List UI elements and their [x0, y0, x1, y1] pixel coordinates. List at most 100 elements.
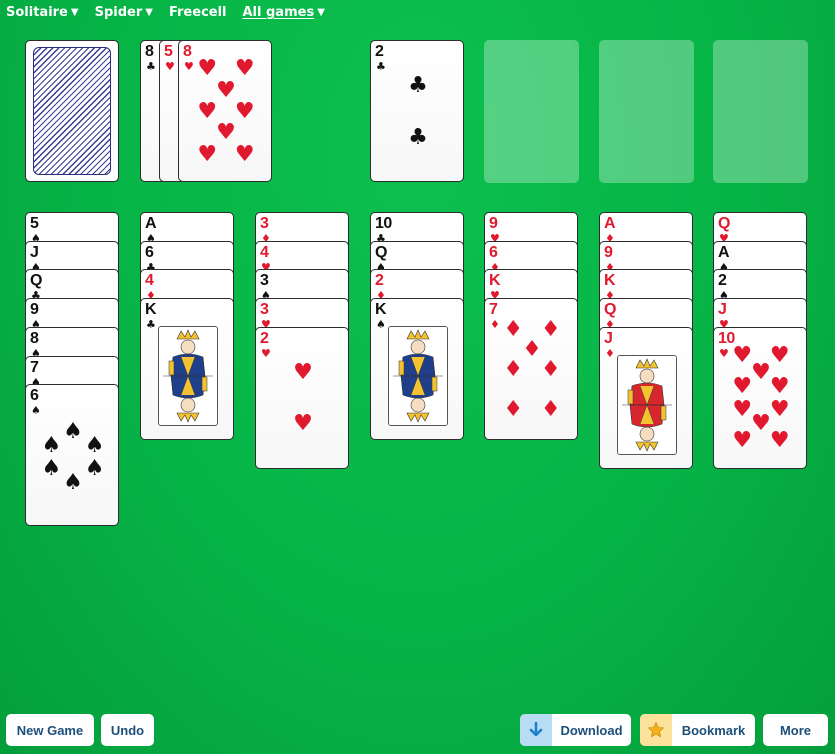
star-icon [640, 714, 672, 746]
suit-pip-icon: ♥ [197, 99, 218, 124]
card-rank: K [604, 272, 616, 290]
diamond-suit-icon: ♦ [490, 318, 500, 332]
nav-item-freecell[interactable]: Freecell [169, 5, 227, 20]
card-rank: 9 [489, 215, 498, 232]
card-rank: K [489, 272, 501, 290]
card-rank: A [718, 243, 730, 261]
suit-pip-icon: ♥ [216, 77, 236, 103]
diamond-suit-icon: ♦ [605, 346, 615, 360]
suit-pip-icon: ♥ [769, 343, 790, 369]
heart-suit-icon: ♥ [719, 346, 729, 360]
heart-suit-icon: ♥ [184, 60, 194, 73]
7-of-diamonds-card[interactable]: 7 ♦ ♦ ♦ ♦ ♦ ♦ ♦ ♦ [484, 298, 578, 441]
suit-pip-icon: ♥ [293, 411, 313, 437]
club-suit-icon: ♣ [146, 60, 156, 73]
jack-of-diamonds-card[interactable]: J ♦ [599, 326, 693, 469]
more-button[interactable]: More [763, 714, 828, 746]
card-rank: Q [375, 243, 387, 261]
suit-pip-icon: ♦ [503, 357, 524, 383]
suit-pip-icon: ♠ [41, 455, 62, 481]
download-button[interactable]: Download [520, 714, 631, 746]
spade-suit-icon: ♠ [376, 318, 386, 332]
foundation-slot-3[interactable] [599, 40, 694, 183]
suit-pip-icon: ♦ [540, 357, 561, 383]
nav-item-label: Freecell [168, 5, 227, 20]
card-rank: J [604, 329, 613, 347]
card-rank: 9 [604, 243, 613, 261]
card-rank: 6 [489, 243, 498, 261]
nav-item-all-games[interactable]: All games ▼ [243, 5, 325, 20]
suit-pip-icon: ♦ [522, 337, 542, 363]
face-card-art [617, 354, 677, 455]
face-card-art [388, 326, 448, 427]
club-suit-icon: ♣ [146, 318, 156, 332]
card-rank: 2 [718, 272, 727, 290]
nav-item-solitaire[interactable]: Solitaire ▼ [6, 5, 79, 20]
card-rank: 2 [375, 272, 384, 290]
suit-pip-icon: ♠ [41, 433, 62, 459]
suit-pip-icon: ♠ [84, 455, 105, 481]
nav-item-label: Solitaire [6, 5, 68, 20]
card-rank: 4 [145, 272, 154, 290]
new-game-button[interactable]: New Game [6, 714, 94, 746]
suit-pip-icon: ♦ [503, 317, 524, 343]
card-rank: A [604, 215, 616, 232]
8-of-hearts-card[interactable]: 8 ♥ ♥ ♥ ♥ ♥ ♥ ♥ ♥ ♥ [178, 40, 272, 182]
suit-pip-icon: ♥ [197, 141, 218, 167]
undo-label: Undo [110, 722, 145, 738]
caret-down-icon: ▼ [145, 6, 153, 18]
card-rank: 6 [30, 387, 39, 405]
club-suit-icon: ♣ [376, 60, 386, 73]
king-of-clubs-card[interactable]: K ♣ [140, 298, 234, 441]
10-of-hearts-card[interactable]: 10 ♥ ♥ ♥ ♥ ♥ ♥ ♥ ♥ ♥ ♥ ♥ [713, 326, 807, 469]
spade-suit-icon: ♠ [31, 404, 41, 418]
new-game-label: New Game [16, 722, 84, 738]
stock-pile[interactable] [25, 40, 119, 182]
caret-down-icon: ▼ [70, 6, 79, 18]
card-rank: 5 [164, 43, 173, 60]
undo-button[interactable]: Undo [101, 714, 154, 746]
suit-pip-icon: ♥ [769, 374, 790, 400]
2-of-hearts-card[interactable]: 2 ♥ ♥ ♥ [255, 326, 349, 469]
heart-suit-icon: ♥ [261, 346, 271, 360]
card-rank: Q [718, 215, 730, 232]
card-rank: 2 [375, 43, 384, 60]
card-rank: K [145, 301, 157, 319]
foundation-slot-4[interactable] [713, 40, 808, 183]
card-rank: 7 [30, 358, 39, 376]
2-of-clubs-card[interactable]: 2 ♣ ♣ ♣ [370, 40, 464, 182]
suit-pip-icon: ♥ [234, 141, 255, 167]
king-of-spades-card[interactable]: K ♠ [370, 298, 464, 441]
suit-pip-icon: ♦ [540, 317, 561, 343]
face-card-art [158, 326, 218, 427]
suit-pip-icon: ♥ [197, 56, 218, 82]
caret-down-icon: ▼ [317, 6, 325, 18]
download-arrow-icon [520, 714, 552, 746]
suit-pip-icon: ♥ [234, 56, 255, 82]
card-rank: 7 [489, 301, 498, 319]
nav-item-spider[interactable]: Spider ▼ [95, 5, 153, 20]
suit-pip-icon: ♠ [63, 470, 83, 496]
card-rank: 5 [30, 215, 39, 232]
suit-pip-icon: ♣ [408, 73, 428, 99]
card-rank: 6 [145, 243, 154, 261]
card-rank: Q [30, 272, 42, 290]
suit-pip-icon: ♣ [408, 124, 428, 150]
card-rank: A [145, 215, 157, 232]
suit-pip-icon: ♥ [769, 428, 790, 454]
card-rank: 8 [183, 43, 192, 60]
top-nav: Solitaire ▼ Spider ▼ Freecell All games ▼ [6, 5, 341, 20]
card-rank: K [375, 301, 387, 319]
card-rank: J [718, 301, 727, 319]
card-rank: J [30, 243, 39, 261]
card-rank: 3 [260, 301, 269, 319]
download-label: Download [560, 722, 623, 738]
suit-pip-icon: ♦ [540, 396, 561, 422]
card-rank: 3 [260, 215, 269, 232]
6-of-spades-card[interactable]: 6 ♠ ♠ ♠ ♠ ♠ ♠ ♠ [25, 384, 119, 527]
bookmark-button[interactable]: Bookmark [640, 714, 755, 746]
suit-pip-icon: ♥ [769, 397, 790, 423]
suit-pip-icon: ♦ [503, 396, 524, 422]
suit-pip-icon: ♥ [234, 99, 255, 124]
foundation-slot-2[interactable] [484, 40, 579, 183]
